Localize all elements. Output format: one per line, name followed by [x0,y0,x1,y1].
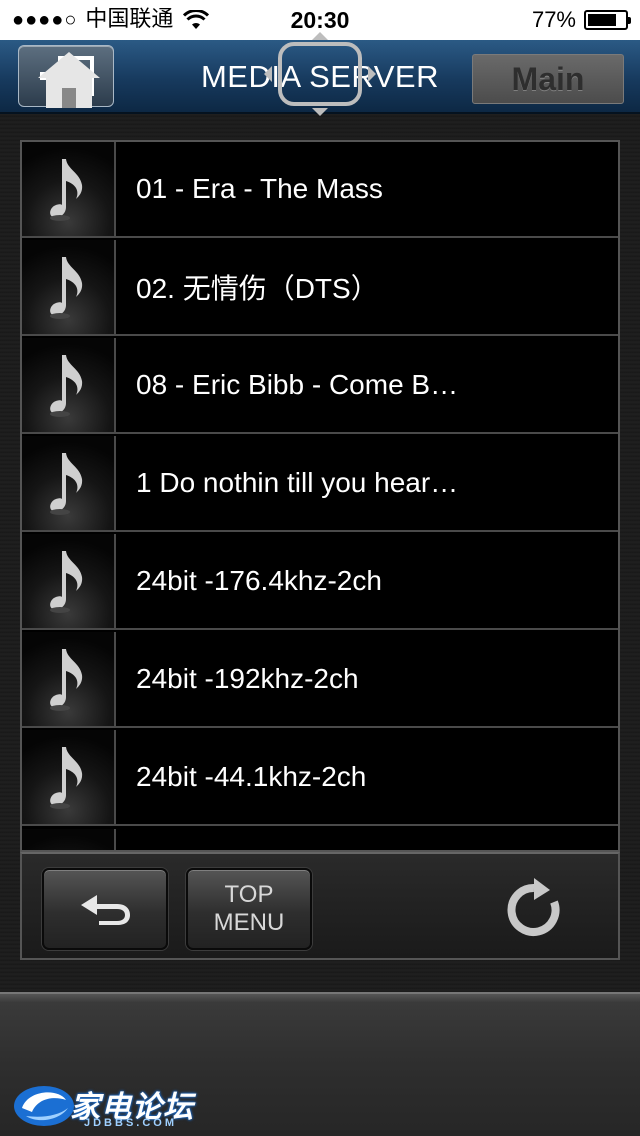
music-note-icon [22,534,116,628]
wifi-icon [183,10,210,29]
list-item[interactable]: 24bit -192khz-2ch [22,632,618,728]
list-item[interactable]: 24bit -44.1khz-2ch [22,730,618,826]
watermark-subtext: JDBBS.COM [84,1117,178,1129]
battery-percentage: 77% [531,7,576,32]
list-item[interactable]: 01 - Era - The Mass [22,142,618,238]
list-item[interactable]: 02. 无情伤（DTS） [22,240,618,336]
list-item[interactable]: 1 Do nothin till you hear… [22,436,618,532]
media-list[interactable]: 01 - Era - The Mass 02. 无情伤（DTS） 08 - Er… [20,140,620,852]
list-item-label: 24bit -44.1khz-2ch [136,761,367,792]
main-button[interactable]: Main [472,54,624,104]
music-note-icon [22,240,116,334]
music-note-icon [22,632,116,726]
refresh-icon[interactable] [506,878,562,938]
list-item[interactable]: 24bit -176.4khz-2ch [22,534,618,630]
music-note-icon [22,338,116,432]
navigation-pad-icon[interactable] [264,32,376,116]
list-item-label: 24bit -192khz-2ch [136,663,359,694]
carrier-name: 中国联通 [85,7,174,32]
battery-fill [588,14,616,26]
music-note-icon [22,730,116,824]
list-item-label: 24bit -176.4khz-2ch [136,565,382,596]
top-menu-button[interactable]: TOP MENU [186,868,312,950]
music-note-icon [22,142,116,236]
list-item[interactable]: 08 - Eric Bibb - Come B… [22,338,618,434]
top-menu-label-line1: TOP [224,881,274,908]
music-note-icon [22,829,116,850]
list-item-label: 08 - Eric Bibb - Come B… [136,369,459,400]
home-icon[interactable] [36,50,102,110]
top-menu-label-line2: MENU [213,909,285,936]
list-item-label: 1 Do nothin till you hear… [136,467,459,498]
back-button[interactable] [42,868,168,950]
list-item-label: 01 - Era - The Mass [136,173,383,204]
music-note-icon [22,436,116,530]
list-item-partial[interactable] [22,828,618,850]
signal-strength-icon: ●●●●○ [12,9,78,31]
list-item-label: 02. 无情伤（DTS） [136,273,379,304]
list-toolbar: TOP MENU [20,852,620,960]
status-left: ●●●●○ 中国联通 [12,0,210,40]
return-arrow-icon [81,895,130,925]
battery-icon [584,10,631,30]
status-right: 77% [531,0,631,40]
